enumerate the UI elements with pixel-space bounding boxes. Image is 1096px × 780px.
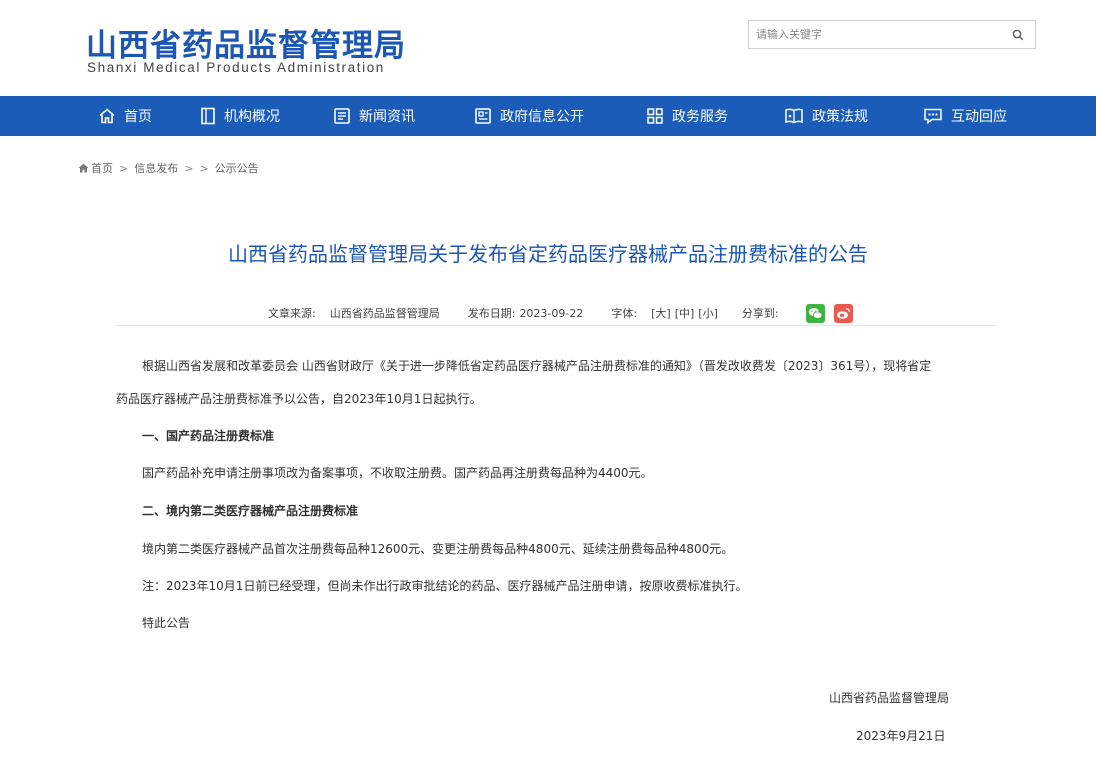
nav-item-home[interactable]: 首页 bbox=[98, 96, 152, 136]
breadcrumb-separator: > bbox=[119, 161, 129, 175]
search-input[interactable] bbox=[749, 21, 999, 48]
section-heading-devices: 二、境内第二类医疗器械产品注册费标准 bbox=[142, 504, 359, 518]
article-title: 山西省药品监督管理局关于发布省定药品医疗器械产品注册费标准的公告 bbox=[228, 242, 868, 266]
body-paragraph-intro-cont: 药品医疗器械产品注册费标准予以公告，自2023年10月1日起执行。 bbox=[116, 392, 482, 406]
signature-org: 山西省药品监督管理局 bbox=[829, 691, 950, 705]
font-size-small-button[interactable]: [小] bbox=[698, 305, 718, 321]
nav-item-about[interactable]: 机构概况 bbox=[200, 96, 280, 136]
date-value: 2023-09-22 bbox=[519, 306, 584, 320]
source-label: 文章来源: bbox=[268, 307, 316, 320]
meta-divider bbox=[116, 325, 996, 326]
search-button[interactable] bbox=[1001, 21, 1035, 48]
site-header: 山西省药品监督管理局 Shanxi Medical Products Admin… bbox=[0, 0, 1096, 96]
section-heading-domestic-drugs: 一、国产药品注册费标准 bbox=[142, 429, 275, 443]
site-logo-title[interactable]: 山西省药品监督管理局 bbox=[86, 20, 406, 65]
search-icon bbox=[1012, 29, 1024, 40]
share-wechat-button[interactable] bbox=[805, 303, 825, 323]
body-paragraph-devices: 境内第二类医疗器械产品首次注册费每品种12600元、变更注册费每品种4800元、… bbox=[142, 542, 734, 556]
info-board-icon bbox=[475, 108, 491, 124]
news-icon bbox=[334, 108, 350, 124]
home-icon bbox=[99, 108, 115, 124]
source-value: 山西省药品监督管理局 bbox=[329, 307, 440, 320]
weibo-icon bbox=[836, 307, 850, 319]
breadcrumb-home[interactable]: 首页 bbox=[91, 160, 113, 176]
signature-date: 2023年9月21日 bbox=[856, 729, 946, 743]
home-icon bbox=[78, 163, 89, 173]
nav-item-label: 机构概况 bbox=[224, 109, 280, 125]
document-icon bbox=[201, 107, 215, 125]
body-paragraph-closing: 特此公告 bbox=[142, 616, 191, 630]
main-nav: 首页 机构概况 新闻资讯 政府信息公开 政务服务 政策法规 互动回应 bbox=[0, 96, 1096, 136]
body-paragraph-domestic-drugs: 国产药品补充申请注册事项改为备案事项，不收取注册费。国产药品再注册费每品种为44… bbox=[142, 466, 653, 480]
body-paragraph-note: 注：2023年10月1日前已经受理，但尚未作出行政审批结论的药品、医疗器械产品注… bbox=[142, 579, 748, 593]
nav-item-label: 互动回应 bbox=[951, 109, 1007, 125]
nav-item-label: 政务服务 bbox=[672, 109, 728, 125]
nav-item-label: 政府信息公开 bbox=[500, 109, 584, 125]
book-icon bbox=[785, 108, 803, 124]
body-paragraph-intro: 根据山西省发展和改革委员会 山西省财政厅《关于进一步降低省定药品医疗器械产品注册… bbox=[142, 359, 932, 373]
nav-item-interaction[interactable]: 互动回应 bbox=[923, 96, 1007, 136]
grid-icon bbox=[647, 108, 663, 124]
nav-item-services[interactable]: 政务服务 bbox=[646, 96, 728, 136]
nav-item-gov-info[interactable]: 政府信息公开 bbox=[474, 96, 584, 136]
breadcrumb-level2[interactable]: 公示公告 bbox=[215, 160, 259, 176]
breadcrumb-level1[interactable]: 信息发布 bbox=[134, 160, 178, 176]
article-meta: 文章来源: 山西省药品监督管理局 发布日期: 2023-09-22 字体: [大… bbox=[268, 302, 862, 324]
breadcrumb-separator: > bbox=[199, 161, 209, 175]
nav-item-label: 新闻资讯 bbox=[359, 109, 415, 125]
search-box bbox=[748, 20, 1036, 49]
share-label: 分享到: bbox=[741, 307, 779, 320]
font-size-label: 字体: bbox=[611, 307, 638, 320]
site-logo-subtitle: Shanxi Medical Products Administration bbox=[87, 60, 385, 75]
breadcrumb-separator: > bbox=[184, 161, 194, 175]
date-label: 发布日期: bbox=[467, 307, 516, 320]
nav-item-label: 政策法规 bbox=[812, 109, 868, 125]
font-size-large-button[interactable]: [大] bbox=[651, 305, 671, 321]
font-size-medium-button[interactable]: [中] bbox=[675, 305, 695, 321]
share-weibo-button[interactable] bbox=[833, 303, 853, 323]
chat-icon bbox=[924, 108, 942, 124]
wechat-icon bbox=[808, 307, 822, 319]
nav-item-news[interactable]: 新闻资讯 bbox=[333, 96, 415, 136]
nav-item-policy[interactable]: 政策法规 bbox=[784, 96, 868, 136]
breadcrumb: 首页 > 信息发布 > > 公示公告 bbox=[78, 160, 259, 176]
nav-item-label: 首页 bbox=[124, 109, 152, 125]
